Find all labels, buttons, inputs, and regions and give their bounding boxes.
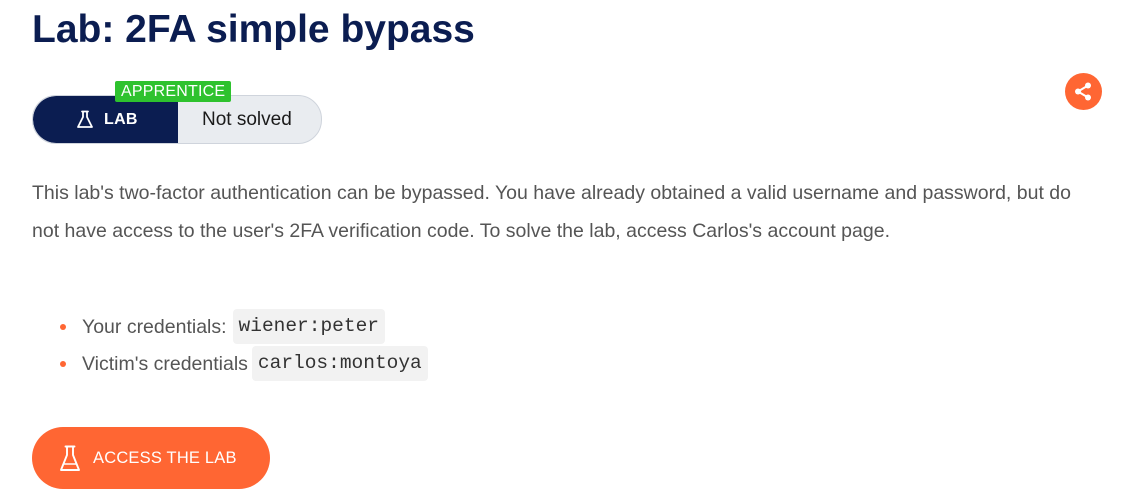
lab-type-segment: LAB [33, 96, 178, 143]
list-item: Your credentials: wiener:peter [32, 309, 428, 346]
lab-type-label: LAB [104, 111, 138, 128]
share-button[interactable] [1065, 73, 1102, 110]
bullet [60, 324, 66, 330]
access-lab-label: ACCESS THE LAB [93, 449, 237, 467]
level-badge: APPRENTICE [115, 81, 232, 102]
victim-credentials-label: Victim's credentials [82, 353, 248, 375]
share-icon [1075, 82, 1091, 101]
solved-status: Not solved [202, 109, 292, 130]
bullet [60, 361, 66, 367]
your-credentials-value: wiener:peter [232, 309, 385, 344]
flask-icon [60, 445, 80, 471]
victim-credentials-value: carlos:montoya [251, 346, 428, 381]
credentials-list: Your credentials: wiener:peter Victim's c… [32, 309, 428, 383]
access-lab-button[interactable]: ACCESS THE LAB [32, 427, 270, 489]
page-title: Lab: 2FA simple bypass [32, 8, 475, 51]
your-credentials-label: Your credentials: [82, 316, 227, 338]
lab-description: This lab's two-factor authentication can… [32, 182, 1071, 242]
status-pill: LAB Not solved [32, 95, 322, 144]
flask-icon [77, 110, 93, 128]
lab-status-widget: APPRENTICE LAB Not solved [32, 81, 322, 144]
lab-page: Lab: 2FA simple bypass APPRENTICE LAB No… [0, 0, 1131, 500]
list-item: Victim's credentials carlos:montoya [32, 346, 428, 383]
